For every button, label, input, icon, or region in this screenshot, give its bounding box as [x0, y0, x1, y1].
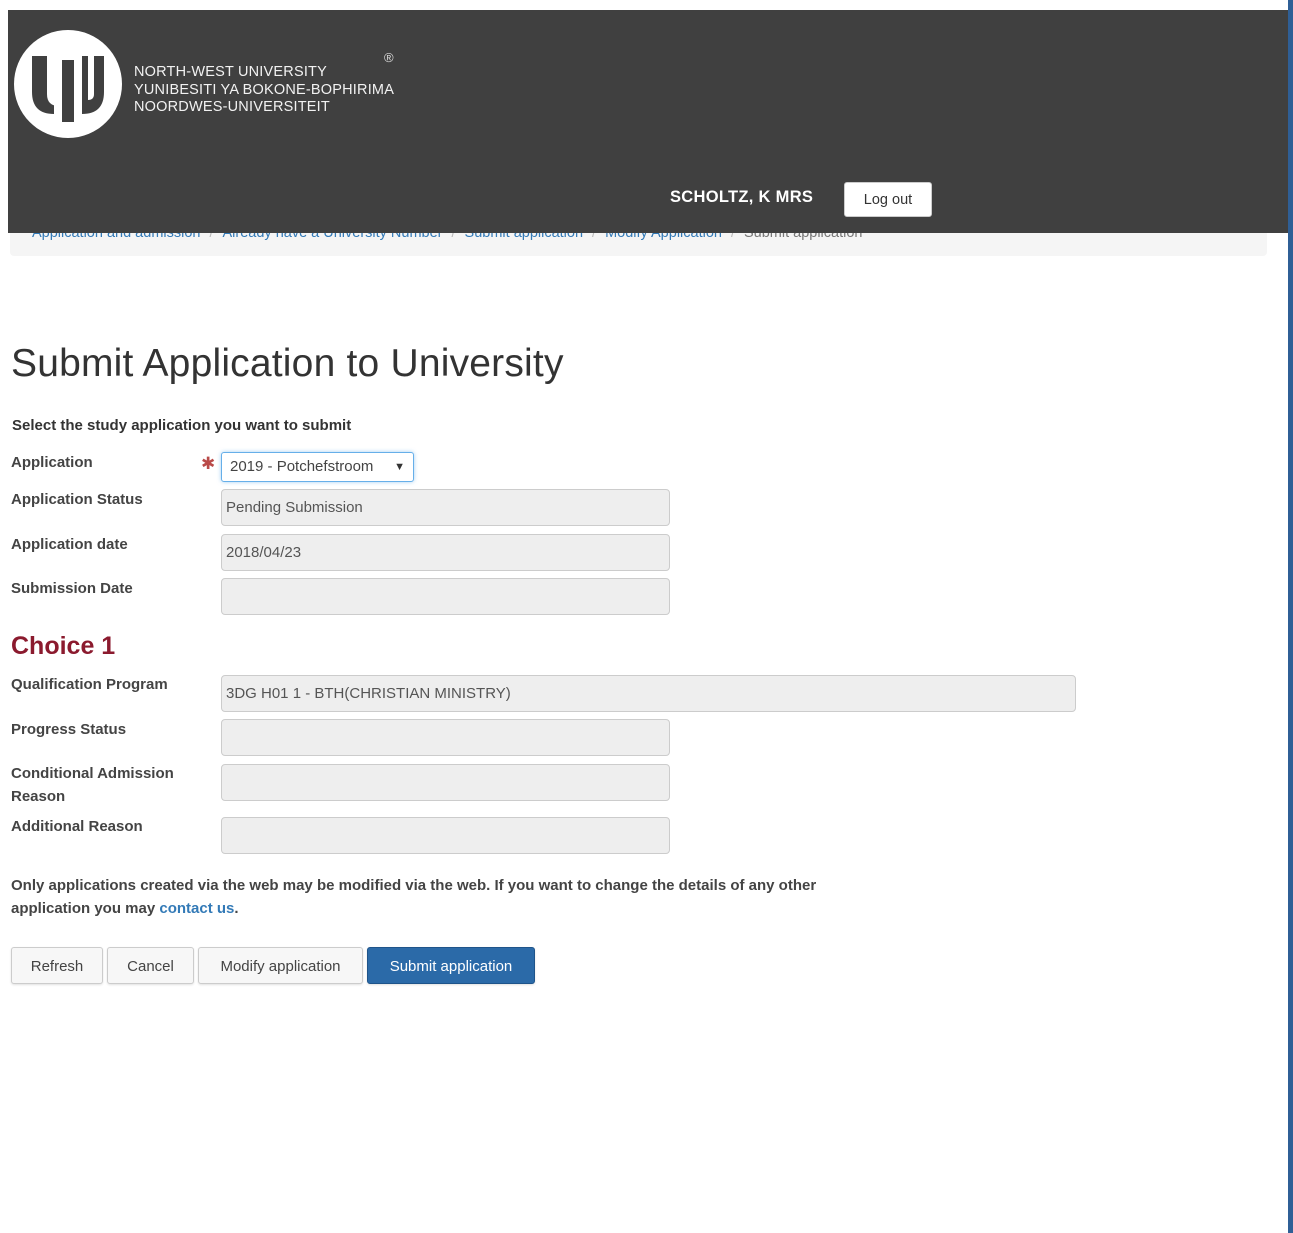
progress-status-field [221, 719, 670, 756]
page-subtitle: Select the study application you want to… [12, 417, 352, 434]
breadcrumb-separator: / [451, 233, 456, 241]
breadcrumb-item-submit-application[interactable]: Submit application [465, 233, 584, 241]
chevron-down-icon: ▼ [394, 461, 405, 473]
qualification-program-label: Qualification Program [11, 676, 168, 693]
university-name-line-1: NORTH-WEST UNIVERSITY [134, 64, 327, 80]
modification-note-text: Only applications created via the web ma… [11, 877, 817, 917]
breadcrumb-item-current: Submit application [743, 233, 863, 241]
window-edge [1288, 0, 1293, 1233]
breadcrumb-item-application-admission[interactable]: Application and admission [32, 233, 200, 241]
breadcrumb-separator: / [592, 233, 597, 241]
refresh-button[interactable]: Refresh [11, 947, 103, 984]
logout-button[interactable]: Log out [844, 182, 932, 217]
breadcrumb-trail: Application and admission / Already have a… [32, 233, 862, 241]
page-title: Submit Application to University [11, 342, 564, 385]
breadcrumb-item-university-number[interactable]: Already have a University Number [223, 233, 443, 241]
university-logo-icon[interactable] [14, 30, 122, 138]
application-status-label: Application Status [11, 491, 143, 508]
submission-date-field [221, 578, 670, 615]
application-date-label: Application date [11, 536, 128, 553]
modification-note-end: . [234, 900, 239, 917]
submit-application-button[interactable]: Submit application [367, 947, 535, 984]
breadcrumb: Application and admission / Already have a… [10, 233, 1267, 256]
application-label: Application [11, 454, 93, 471]
cancel-button[interactable]: Cancel [107, 947, 194, 984]
registered-mark: ® [384, 50, 394, 65]
application-status-field: Pending Submission [221, 489, 670, 526]
additional-reason-field [221, 817, 670, 854]
university-name-line-3: NOORDWES-UNIVERSITEIT [134, 99, 330, 115]
required-icon: ✱ [201, 454, 216, 473]
choice-heading: Choice 1 [11, 632, 116, 660]
application-select-value: 2019 - Potchefstroom [230, 458, 374, 475]
modify-application-button[interactable]: Modify application [198, 947, 363, 984]
additional-reason-label: Additional Reason [11, 818, 143, 835]
modification-note: Only applications created via the web ma… [11, 874, 851, 920]
conditional-admission-reason-field [221, 764, 670, 801]
application-select[interactable]: 2019 - Potchefstroom ▼ [221, 452, 414, 482]
breadcrumb-separator: / [209, 233, 214, 241]
progress-status-label: Progress Status [11, 721, 127, 738]
breadcrumb-item-modify-application[interactable]: Modify Application [605, 233, 722, 241]
conditional-admission-reason-label: Conditional Admission Reason [11, 765, 174, 805]
university-name: NORTH-WEST UNIVERSITY YUNIBESITI YA BOKO… [134, 64, 394, 117]
submission-date-label: Submission Date [11, 580, 133, 597]
site-header: NORTH-WEST UNIVERSITY YUNIBESITI YA BOKO… [8, 10, 1288, 233]
application-date-field: 2018/04/23 [221, 534, 670, 571]
contact-us-link[interactable]: contact us [159, 900, 234, 917]
qualification-program-field: 3DG H01 1 - BTH(CHRISTIAN MINISTRY) [221, 675, 1076, 712]
user-name: SCHOLTZ, K MRS [670, 188, 814, 206]
breadcrumb-separator: / [730, 233, 735, 241]
university-name-line-2: YUNIBESITI YA BOKONE-BOPHIRIMA [134, 81, 395, 98]
